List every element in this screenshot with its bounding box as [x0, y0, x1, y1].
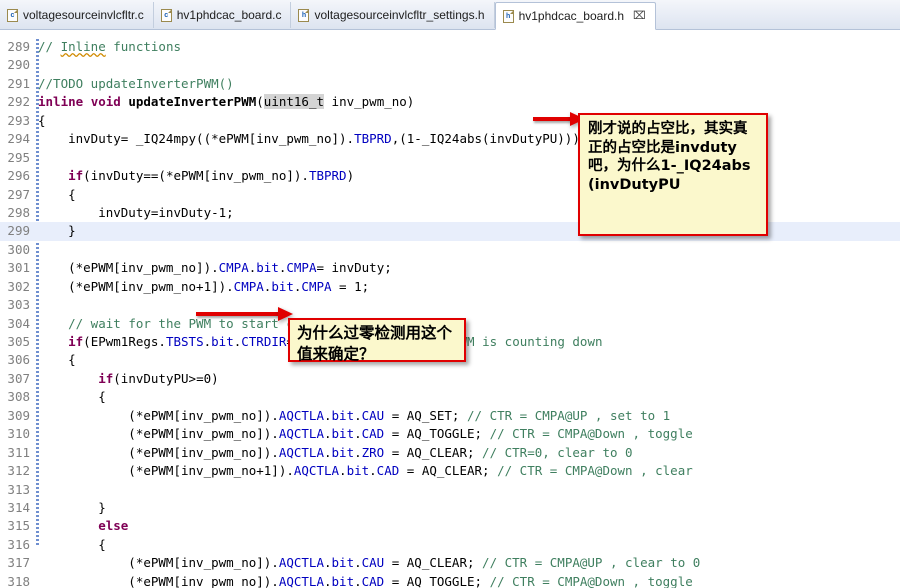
line-source: { — [38, 536, 106, 552]
line-number: 318 — [7, 573, 30, 588]
annotation-note-1: 刚才说的占空比，其实真正的占空比是invduty吧，为什么1-_IQ24abs(… — [578, 113, 768, 236]
line-source: invDuty= _IQ24mpy((*ePWM[inv_pwm_no]).TB… — [38, 131, 588, 147]
line-source: //TODO updateInverterPWM() — [38, 75, 234, 91]
line-number: 291 — [7, 75, 30, 91]
line-source: { — [38, 352, 76, 368]
line-source: (*ePWM[inv_pwm_no]).AQCTLA.bit.ZRO = AQ_… — [38, 444, 633, 460]
line-number: 310 — [7, 426, 30, 442]
line-number: 317 — [7, 555, 30, 571]
line-source: (*ePWM[inv_pwm_no]).AQCTLA.bit.CAU = AQ_… — [38, 407, 671, 423]
line-source: } — [38, 499, 106, 515]
editor-tab-bar: c voltagesourceinvlcfltr.c c hv1phdcac_boar… — [0, 0, 900, 30]
line-source: else — [98, 518, 129, 534]
editor-tab-2[interactable]: h voltagesourceinvlcfltr_settings.h — [291, 2, 495, 28]
code-line-292[interactable]: 292 inline void updateInverterPWM(uint16_… — [0, 93, 900, 111]
line-number: 295 — [7, 149, 30, 165]
editor-tab-label: voltagesourceinvlcfltr_settings.h — [314, 8, 485, 22]
line-source: (*ePWM[inv_pwm_no]).AQCTLA.bit.CAU = AQ_… — [38, 555, 701, 571]
code-line-289[interactable]: 289 // Inline functions — [0, 38, 900, 56]
line-number: 299 — [7, 223, 30, 239]
editor-tab-label: hv1phdcac_board.h — [518, 9, 624, 23]
editor-tab-list: c voltagesourceinvlcfltr.c c hv1phdcac_boar… — [0, 2, 656, 30]
code-line-313[interactable]: 313 — [0, 481, 900, 499]
editor-tab-1[interactable]: c hv1phdcac_board.c — [154, 2, 292, 28]
line-source: (*ePWM[inv_pwm_no+1]).AQCTLA.bit.CAD = A… — [38, 463, 693, 479]
code-line-314[interactable]: 314 } — [0, 499, 900, 517]
line-source: (*ePWM[inv_pwm_no]).AQCTLA.bit.CAD = AQ_… — [38, 426, 693, 442]
code-line-318[interactable]: 318 (*ePWM[inv_pwm_no]).AQCTLA.bit.CAD =… — [0, 573, 900, 588]
code-line-312[interactable]: 312 (*ePWM[inv_pwm_no+1]).AQCTLA.bit.CAD… — [0, 462, 900, 480]
line-number: 300 — [7, 241, 30, 257]
line-number: 302 — [7, 278, 30, 294]
editor-tab-label: hv1phdcac_board.c — [176, 8, 282, 22]
line-number: 313 — [7, 481, 30, 497]
code-line-311[interactable]: 311 (*ePWM[inv_pwm_no]).AQCTLA.bit.ZRO =… — [0, 444, 900, 462]
line-number: 307 — [7, 370, 30, 386]
editor-tab-label: voltagesourceinvlcfltr.c — [23, 8, 144, 22]
line-number: 305 — [7, 334, 30, 349]
code-line-307[interactable]: 307 if(invDutyPU>=0) — [0, 370, 900, 388]
code-line-303[interactable]: 303 — [0, 296, 900, 314]
line-number: 298 — [7, 204, 30, 220]
code-line-291[interactable]: 291 //TODO updateInverterPWM() — [0, 75, 900, 93]
line-source: (*ePWM[inv_pwm_no+1]).CMPA.bit.CMPA = 1; — [38, 278, 370, 294]
line-number: 303 — [7, 297, 30, 313]
code-line-315[interactable]: 315 else — [0, 517, 900, 535]
line-source: if(invDuty==(*ePWM[inv_pwm_no]).TBPRD) — [68, 168, 355, 184]
line-number: 308 — [7, 389, 30, 405]
code-line-290[interactable]: 290 — [0, 56, 900, 74]
line-number: 312 — [7, 463, 30, 479]
line-source: (*ePWM[inv_pwm_no]).CMPA.bit.CMPA= invDu… — [38, 260, 392, 276]
line-source: { — [38, 186, 76, 202]
code-line-309[interactable]: 309 (*ePWM[inv_pwm_no]).AQCTLA.bit.CAU =… — [0, 407, 900, 425]
line-source: if(invDutyPU>=0) — [98, 370, 219, 386]
code-line-301[interactable]: 301 (*ePWM[inv_pwm_no]).CMPA.bit.CMPA= i… — [0, 259, 900, 277]
code-line-308[interactable]: 308 { — [0, 388, 900, 406]
code-line-310[interactable]: 310 (*ePWM[inv_pwm_no]).AQCTLA.bit.CAD =… — [0, 425, 900, 443]
line-source: // Inline functions — [38, 39, 181, 54]
c-file-icon: c — [160, 8, 172, 22]
h-file-icon: h — [502, 9, 514, 23]
line-source: invDuty=invDuty-1; — [38, 204, 234, 220]
line-number: 289 — [7, 39, 30, 54]
line-source: (*ePWM[inv_pwm_no]).AQCTLA.bit.CAD = AQ_… — [38, 573, 693, 588]
line-number: 304 — [7, 315, 30, 331]
line-number: 301 — [7, 260, 30, 276]
annotation-arrow-2 — [196, 307, 296, 321]
tab-close-icon[interactable]: ⌧ — [633, 3, 646, 29]
code-line-316[interactable]: 316 { — [0, 536, 900, 554]
line-number: 292 — [7, 94, 30, 110]
line-number: 294 — [7, 131, 30, 147]
h-file-icon: h — [298, 8, 310, 22]
line-number: 296 — [7, 168, 30, 184]
line-number: 316 — [7, 536, 30, 552]
arrow-shaft — [196, 312, 280, 316]
editor-tab-3[interactable]: h hv1phdcac_board.h ⌧ — [494, 2, 656, 30]
editor-tab-0[interactable]: c voltagesourceinvlcfltr.c — [0, 2, 154, 28]
annotation-note-2: 为什么过零检测用这个值来确定？ — [288, 318, 466, 363]
line-number: 314 — [7, 499, 30, 515]
line-number: 293 — [7, 112, 30, 128]
line-number: 309 — [7, 407, 30, 423]
code-line-302[interactable]: 302 (*ePWM[inv_pwm_no+1]).CMPA.bit.CMPA … — [0, 278, 900, 296]
code-line-300[interactable]: 300 — [0, 241, 900, 259]
line-source: inline void updateInverterPWM(uint16_t i… — [38, 94, 415, 110]
line-number: 297 — [7, 186, 30, 202]
line-number: 315 — [7, 518, 30, 534]
line-source: { — [38, 389, 106, 405]
line-source: } — [38, 223, 76, 239]
code-editor-window: c voltagesourceinvlcfltr.c c hv1phdcac_boar… — [0, 0, 900, 588]
arrow-shaft — [533, 117, 573, 121]
line-number: 311 — [7, 444, 30, 460]
code-line-317[interactable]: 317 (*ePWM[inv_pwm_no]).AQCTLA.bit.CAU =… — [0, 554, 900, 572]
line-source: { — [38, 112, 46, 128]
line-number: 290 — [7, 57, 30, 73]
line-number: 306 — [7, 352, 30, 368]
c-file-icon: c — [7, 8, 18, 22]
